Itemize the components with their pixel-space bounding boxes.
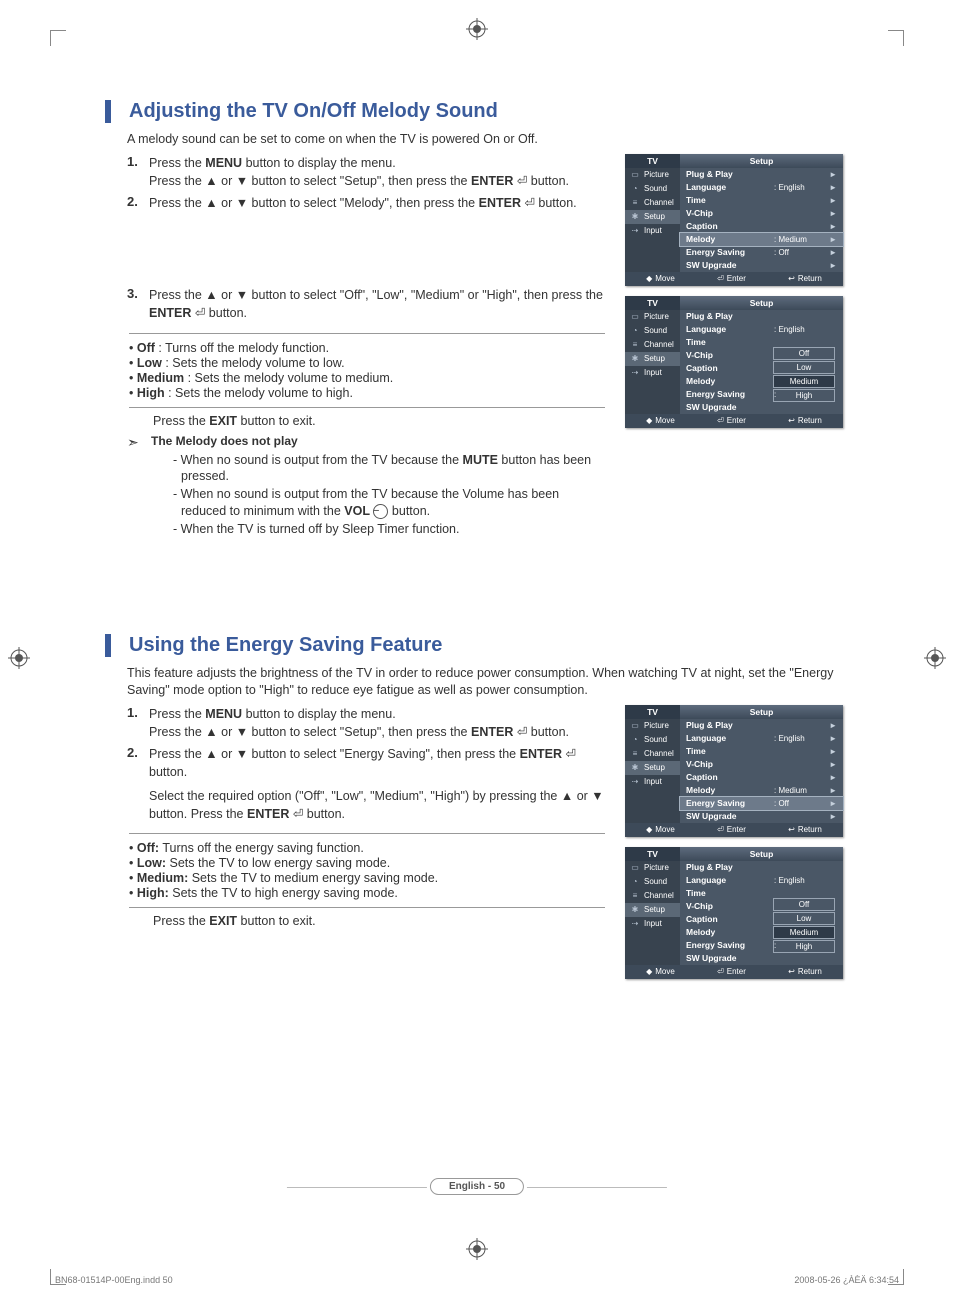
registration-mark-icon xyxy=(466,18,488,40)
move-icon: ◆ xyxy=(646,967,652,976)
return-icon: ↩ xyxy=(788,274,795,283)
registration-mark-icon xyxy=(924,647,946,669)
osd-side-icon: ✱ xyxy=(629,354,641,364)
osd-side-icon: ◔ xyxy=(629,735,641,745)
osd-side-icon: ≡ xyxy=(629,198,641,208)
osd-side-icon: ▭ xyxy=(629,312,641,322)
option-list: Off : Turns off the melody function. Low… xyxy=(129,333,605,408)
osd-side-icon: ✱ xyxy=(629,905,641,915)
section-title: Adjusting the TV On/Off Melody Sound xyxy=(105,100,845,123)
section-title: Using the Energy Saving Feature xyxy=(105,634,845,657)
osd-side-icon: ◔ xyxy=(629,184,641,194)
osd-side-icon: ▭ xyxy=(629,863,641,873)
note-arrow-icon: ➣ xyxy=(127,434,151,451)
osd-side-icon: ✱ xyxy=(629,763,641,773)
step-body: Press the ▲ or ▼ button to select "Off",… xyxy=(149,286,605,322)
footer-left: BN68-01514P-00Eng.indd 50 xyxy=(55,1275,173,1285)
return-icon: ↩ xyxy=(788,967,795,976)
step-number: 3. xyxy=(127,286,149,322)
osd-side-icon: ▭ xyxy=(629,721,641,731)
registration-mark-icon xyxy=(8,647,30,669)
step-body: Press the MENU button to display the men… xyxy=(149,154,605,190)
osd-side-icon: ◔ xyxy=(629,877,641,887)
return-icon: ↩ xyxy=(788,416,795,425)
crop-mark xyxy=(888,30,904,46)
move-icon: ◆ xyxy=(646,825,652,834)
enter-icon: ⏎ xyxy=(717,274,724,283)
osd-panel-energy-options: TV Setup ▭Picture◔Sound≡Channel✱Setup⇢In… xyxy=(625,847,843,979)
exit-text: Press the EXIT button to exit. xyxy=(153,914,605,928)
section-melody: Adjusting the TV On/Off Melody Sound A m… xyxy=(105,100,845,544)
osd-sidebar: ▭Picture◔Sound≡Channel✱Setup⇢Input xyxy=(625,719,680,823)
option-list: Off: Turns off the energy saving functio… xyxy=(129,833,605,908)
step-number: 1. xyxy=(127,154,149,190)
osd-footer: ◆Move ⏎Enter ↩Return xyxy=(625,823,843,837)
osd-sidebar: ▭Picture◔Sound≡Channel✱Setup⇢Input xyxy=(625,168,680,272)
osd-side-icon: ✱ xyxy=(629,212,641,222)
enter-icon: ⏎ xyxy=(717,416,724,425)
osd-rows-opts: Plug & PlayLanguage: EnglishTimeV-ChipCa… xyxy=(680,310,843,414)
osd-rows-opts: Plug & PlayLanguage: EnglishTimeV-ChipCa… xyxy=(680,861,843,965)
footer-right: 2008-05-26 ¿ÀÈÄ 6:34:54 xyxy=(794,1275,899,1285)
enter-icon: ⏎ xyxy=(717,825,724,834)
osd-side-icon: ▭ xyxy=(629,170,641,180)
osd-side-icon: ⇢ xyxy=(629,777,641,787)
osd-side-icon: ≡ xyxy=(629,891,641,901)
osd-panel-setup-melody: TV Setup ▭Picture◔Sound≡Channel✱Setup⇢In… xyxy=(625,154,843,286)
step-body: Press the ▲ or ▼ button to select "Melod… xyxy=(149,194,605,212)
osd-side-icon: ⇢ xyxy=(629,368,641,378)
enter-icon: ⏎ xyxy=(717,967,724,976)
osd-footer: ◆Move ⏎Enter ↩Return xyxy=(625,965,843,979)
osd-footer: ◆Move ⏎Enter ↩Return xyxy=(625,414,843,428)
osd-side-icon: ⇢ xyxy=(629,919,641,929)
osd-side-icon: ⇢ xyxy=(629,226,641,236)
osd-rows: Plug & Play►Language: English►Time►V-Chi… xyxy=(680,719,843,823)
intro-text: This feature adjusts the brightness of t… xyxy=(127,665,845,699)
exit-text: Press the EXIT button to exit. xyxy=(153,414,605,428)
section-energy-saving: Using the Energy Saving Feature This fea… xyxy=(105,634,845,989)
osd-sidebar: ▭Picture◔Sound≡Channel✱Setup⇢Input xyxy=(625,310,680,414)
osd-side-icon: ≡ xyxy=(629,340,641,350)
osd-side-icon: ◔ xyxy=(629,326,641,336)
osd-sidebar: ▭Picture◔Sound≡Channel✱Setup⇢Input xyxy=(625,861,680,965)
move-icon: ◆ xyxy=(646,274,652,283)
crop-mark xyxy=(50,30,66,46)
registration-mark-icon xyxy=(466,1238,488,1260)
osd-panel-setup-energy: TV Setup ▭Picture◔Sound≡Channel✱Setup⇢In… xyxy=(625,705,843,837)
steps-list: 1. Press the MENU button to display the … xyxy=(127,705,605,824)
move-icon: ◆ xyxy=(646,416,652,425)
page-number: English - 50 xyxy=(430,1178,524,1195)
steps-list: 1. Press the MENU button to display the … xyxy=(127,154,605,212)
osd-side-icon: ≡ xyxy=(629,749,641,759)
osd-footer: ◆Move ⏎Enter ↩Return xyxy=(625,272,843,286)
note-block: ➣ The Melody does not play - When no sou… xyxy=(127,434,605,538)
return-icon: ↩ xyxy=(788,825,795,834)
step-number: 2. xyxy=(127,194,149,212)
osd-rows: Plug & Play►Language: English►Time►V-Chi… xyxy=(680,168,843,272)
intro-text: A melody sound can be set to come on whe… xyxy=(127,131,845,148)
osd-panel-melody-options: TV Setup ▭Picture◔Sound≡Channel✱Setup⇢In… xyxy=(625,296,843,428)
